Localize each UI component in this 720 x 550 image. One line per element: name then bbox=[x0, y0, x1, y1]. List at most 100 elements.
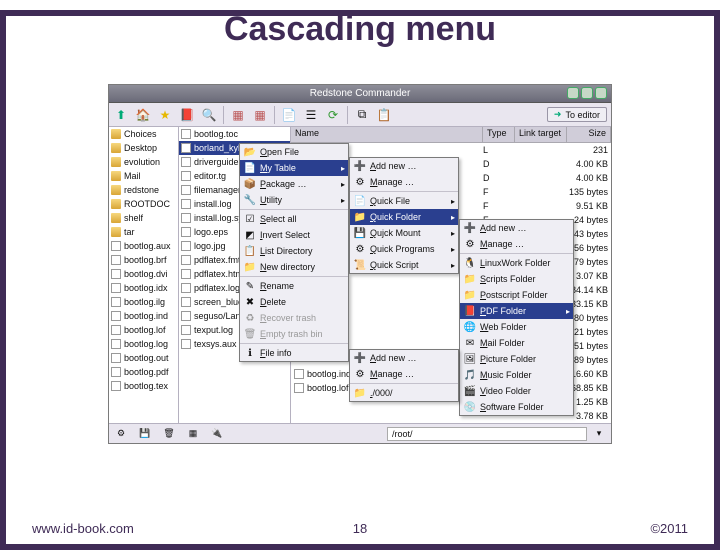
menu-item[interactable]: 📦Package …▸ bbox=[240, 176, 348, 192]
menu-item[interactable]: 🖼Picture Folder bbox=[460, 351, 573, 367]
menu-item[interactable]: ℹFile info bbox=[240, 345, 348, 361]
tree-item[interactable]: redstone bbox=[109, 183, 178, 197]
folder-icon[interactable]: ☰ bbox=[303, 107, 319, 123]
menu-item[interactable]: ➕Add new … bbox=[350, 350, 458, 366]
list-item[interactable]: bootlog.toc bbox=[179, 127, 290, 141]
tree-item[interactable]: ROOTDOC bbox=[109, 197, 178, 211]
list-item-label: pdflatex.log bbox=[194, 283, 240, 293]
col-type[interactable]: Type bbox=[483, 127, 515, 142]
menu-item[interactable]: ⚙Manage … bbox=[460, 236, 573, 252]
menu-item[interactable]: 📕PDF Folder▸ bbox=[460, 303, 573, 319]
doc-icon[interactable]: 📄 bbox=[281, 107, 297, 123]
status-path[interactable]: /root/ bbox=[387, 427, 587, 441]
menu-item[interactable]: 💾Qujck Mount▸ bbox=[350, 225, 458, 241]
col-size[interactable]: Size bbox=[567, 127, 611, 142]
tree-item[interactable]: bootlog.log bbox=[109, 337, 178, 351]
tree-item[interactable]: bootlog.brf bbox=[109, 253, 178, 267]
menu-item[interactable]: 📁Quick Folder▸ bbox=[350, 209, 458, 225]
menu-item[interactable]: 📄My Table▸ bbox=[240, 160, 348, 176]
menu-item[interactable]: 💿Software Folder bbox=[460, 399, 573, 415]
tree-item[interactable]: Choices bbox=[109, 127, 178, 141]
book-icon[interactable]: 📕 bbox=[179, 107, 195, 123]
arrow-right-icon: ➜ bbox=[554, 109, 562, 120]
left-tree-pane[interactable]: ChoicesDesktopevolutionMailredstoneROOTD… bbox=[109, 127, 179, 423]
menu-item[interactable]: ➕Add new … bbox=[460, 220, 573, 236]
grid-icon[interactable]: ▦ bbox=[184, 426, 202, 442]
file-icon bbox=[111, 339, 121, 349]
chevron-down-icon[interactable]: ▾ bbox=[590, 426, 608, 442]
menu-item[interactable]: ⚙Quick Programs▸ bbox=[350, 241, 458, 257]
trash-icon[interactable]: 🗑 bbox=[160, 426, 178, 442]
grid2-icon[interactable]: ▦ bbox=[252, 107, 268, 123]
col-link[interactable]: Link target bbox=[515, 127, 567, 142]
home-icon[interactable]: 🏠 bbox=[135, 107, 151, 123]
gear-icon[interactable]: ⚙ bbox=[112, 426, 130, 442]
disk-icon[interactable]: 💾 bbox=[136, 426, 154, 442]
menu-item[interactable]: ✎Rename bbox=[240, 278, 348, 294]
context-menu-4[interactable]: ➕Add new …⚙Manage … 📁./000/ bbox=[349, 349, 459, 402]
copy-icon[interactable]: ⧉ bbox=[354, 107, 370, 123]
menu-item: 🗑Empty trash bin bbox=[240, 326, 348, 342]
menu-item[interactable]: ⚙Manage … bbox=[350, 174, 458, 190]
tree-item[interactable]: bootlog.tex bbox=[109, 379, 178, 393]
cell-type: F bbox=[483, 187, 515, 197]
menu-item[interactable]: ⚙Manage … bbox=[350, 366, 458, 382]
tree-item[interactable]: bootlog.aux bbox=[109, 239, 178, 253]
tree-item[interactable]: evolution bbox=[109, 155, 178, 169]
menu-item[interactable]: 🐧LinuxWork Folder bbox=[460, 255, 573, 271]
cell-size: 9.51 KB bbox=[567, 201, 611, 211]
plug-icon[interactable]: 🔌 bbox=[208, 426, 226, 442]
tree-item[interactable]: bootlog.idx bbox=[109, 281, 178, 295]
menu-item[interactable]: 📁Postscript Folder bbox=[460, 287, 573, 303]
refresh-icon[interactable]: ⟳ bbox=[325, 107, 341, 123]
submenu-arrow-icon: ▸ bbox=[451, 245, 455, 254]
menu-item[interactable]: 📋List Directory bbox=[240, 243, 348, 259]
context-menu-2[interactable]: ➕Add new …⚙Manage … 📄Quick File▸📁Quick Fo… bbox=[349, 157, 459, 274]
tree-item[interactable]: bootlog.out bbox=[109, 351, 178, 365]
tree-item[interactable]: bootlog.ilg bbox=[109, 295, 178, 309]
menu-item[interactable]: 🌐Web Folder bbox=[460, 319, 573, 335]
menu-item[interactable]: 📂Open File bbox=[240, 144, 348, 160]
grid1-icon[interactable]: ▦ bbox=[230, 107, 246, 123]
tree-item[interactable]: tar bbox=[109, 225, 178, 239]
to-editor-button[interactable]: ➜ To editor bbox=[547, 107, 607, 122]
menu-item[interactable]: 📁Scripts Folder bbox=[460, 271, 573, 287]
menu-item[interactable]: ◩Invert Select bbox=[240, 227, 348, 243]
window-close-icon[interactable] bbox=[595, 87, 607, 99]
menu-item[interactable]: 🎬Video Folder bbox=[460, 383, 573, 399]
menu-item[interactable]: 📜Quick Script▸ bbox=[350, 257, 458, 273]
tree-item[interactable]: bootlog.ind bbox=[109, 309, 178, 323]
submenu-arrow-icon: ▸ bbox=[566, 307, 570, 316]
menu-item[interactable]: 🔧Utility▸ bbox=[240, 192, 348, 208]
menu-item-label: Recover trash bbox=[260, 313, 316, 323]
tree-item[interactable]: shelf bbox=[109, 211, 178, 225]
tree-item[interactable]: Mail bbox=[109, 169, 178, 183]
menu-item-label: Open File bbox=[260, 147, 299, 157]
menu-item[interactable]: 📁New directory bbox=[240, 259, 348, 275]
menu-item[interactable]: 🎵Music Folder bbox=[460, 367, 573, 383]
window-max-icon[interactable] bbox=[581, 87, 593, 99]
file-icon bbox=[181, 143, 191, 153]
context-menu-1[interactable]: 📂Open File📄My Table▸📦Package …▸🔧Utility▸… bbox=[239, 143, 349, 362]
menu-item[interactable]: ✖Delete bbox=[240, 294, 348, 310]
menu-item[interactable]: ☑Select all bbox=[240, 211, 348, 227]
tree-item[interactable]: bootlog.lof bbox=[109, 323, 178, 337]
tree-item[interactable]: bootlog.dvi bbox=[109, 267, 178, 281]
menu-item[interactable]: 📄Quick File▸ bbox=[350, 193, 458, 209]
cell-size: 4.00 KB bbox=[567, 159, 611, 169]
star-icon[interactable]: ★ bbox=[157, 107, 173, 123]
menu-item[interactable]: ➕Add new … bbox=[350, 158, 458, 174]
tree-item-label: bootlog.log bbox=[124, 339, 168, 349]
col-name[interactable]: Name bbox=[291, 127, 483, 142]
menu-item-icon: ☑ bbox=[244, 213, 256, 225]
context-menu-3[interactable]: ➕Add new …⚙Manage … 🐧LinuxWork Folder📁Scr… bbox=[459, 219, 574, 416]
menu-item[interactable]: ✉Mail Folder bbox=[460, 335, 573, 351]
window-min-icon[interactable] bbox=[567, 87, 579, 99]
tree-item[interactable]: bootlog.pdf bbox=[109, 365, 178, 379]
paste-icon[interactable]: 📋 bbox=[376, 107, 392, 123]
up-arrow-icon[interactable]: ⬆ bbox=[113, 107, 129, 123]
menu-item[interactable]: 📁./000/ bbox=[350, 385, 458, 401]
file-icon bbox=[111, 381, 121, 391]
search-icon[interactable]: 🔍 bbox=[201, 107, 217, 123]
tree-item[interactable]: Desktop bbox=[109, 141, 178, 155]
